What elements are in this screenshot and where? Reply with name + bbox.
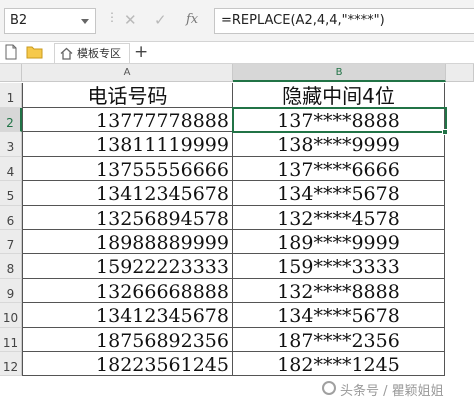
row-header-12[interactable]: 12	[0, 352, 22, 377]
tab-template-zone[interactable]: 模板专区	[54, 43, 130, 63]
cell-b3[interactable]: 138****9999	[233, 132, 445, 157]
cell-a11[interactable]: 18756892356	[22, 327, 233, 352]
cell-a4[interactable]: 13755556666	[22, 156, 233, 182]
cell-a5[interactable]: 13412345678	[22, 181, 233, 206]
cell-b12[interactable]: 182****1245	[233, 352, 445, 377]
cell-b7[interactable]: 189****9999	[233, 230, 445, 255]
row-header-3[interactable]: 3	[0, 132, 22, 157]
row-header-1[interactable]: 1	[0, 83, 22, 108]
row-header-11[interactable]: 11	[0, 327, 22, 352]
chevron-down-icon[interactable]	[81, 19, 89, 24]
cell-b4[interactable]: 137****6666	[233, 156, 445, 182]
drag-handle-icon[interactable]: ⋮	[106, 10, 118, 24]
watermark-logo-icon	[322, 381, 336, 395]
cell-b6[interactable]: 132****4578	[233, 205, 445, 230]
enter-icon[interactable]: ✓	[154, 9, 167, 31]
name-box[interactable]: B2	[4, 8, 96, 34]
row-header-2[interactable]: 2	[0, 108, 22, 133]
insert-function-icon[interactable]: fx	[186, 9, 198, 31]
select-all-corner[interactable]	[0, 64, 22, 82]
formula-bar: B2 ⋮ ✕ ✓ fx =REPLACE(A2,4,4,"****")	[0, 0, 474, 42]
add-tab-button[interactable]: +	[134, 42, 148, 63]
cell-a3[interactable]: 13811119999	[22, 132, 233, 157]
row-header-7[interactable]: 7	[0, 230, 22, 255]
formula-input[interactable]: =REPLACE(A2,4,4,"****")	[214, 8, 474, 34]
fill-handle[interactable]	[442, 129, 448, 135]
name-box-value: B2	[10, 13, 28, 28]
column-header-c[interactable]	[446, 64, 474, 82]
header-cell-phone[interactable]: 电话号码	[22, 83, 233, 108]
cell-a7[interactable]: 18988889999	[22, 230, 233, 255]
row-header-10[interactable]: 10	[0, 303, 22, 328]
row-header-5[interactable]: 5	[0, 181, 22, 206]
new-file-icon[interactable]	[4, 44, 22, 62]
row-header-8[interactable]: 8	[0, 254, 22, 279]
workbook-tab-bar: 模板专区 +	[0, 42, 474, 64]
cell-b11[interactable]: 187****2356	[233, 327, 445, 352]
empty-column-c[interactable]	[446, 83, 474, 402]
cell-a9[interactable]: 13266668888	[22, 278, 233, 304]
watermark: 头条号 / 瞿颖姐姐	[340, 384, 444, 399]
active-cell-selection	[232, 107, 447, 133]
cell-a12[interactable]: 18223561245	[22, 352, 233, 377]
header-cell-masked[interactable]: 隐藏中间4位	[233, 83, 445, 108]
row-header-6[interactable]: 6	[0, 205, 22, 230]
column-header-a[interactable]: A	[22, 64, 233, 82]
cancel-icon[interactable]: ✕	[124, 9, 137, 31]
home-icon	[60, 47, 73, 60]
cell-b5[interactable]: 134****5678	[233, 181, 445, 206]
cell-a2[interactable]: 13777778888	[22, 108, 233, 133]
cell-a6[interactable]: 13256894578	[22, 205, 233, 230]
cell-b8[interactable]: 159****3333	[233, 254, 445, 279]
row-header-4[interactable]: 4	[0, 156, 22, 182]
row-header-9[interactable]: 9	[0, 278, 22, 304]
tab-label: 模板专区	[77, 47, 121, 60]
cell-a10[interactable]: 13412345678	[22, 303, 233, 328]
cell-a8[interactable]: 15922223333	[22, 254, 233, 279]
cell-b10[interactable]: 134****5678	[233, 303, 445, 328]
column-header-b[interactable]: B	[233, 64, 446, 82]
open-folder-icon[interactable]	[26, 44, 44, 62]
cell-b9[interactable]: 132****8888	[233, 278, 445, 304]
